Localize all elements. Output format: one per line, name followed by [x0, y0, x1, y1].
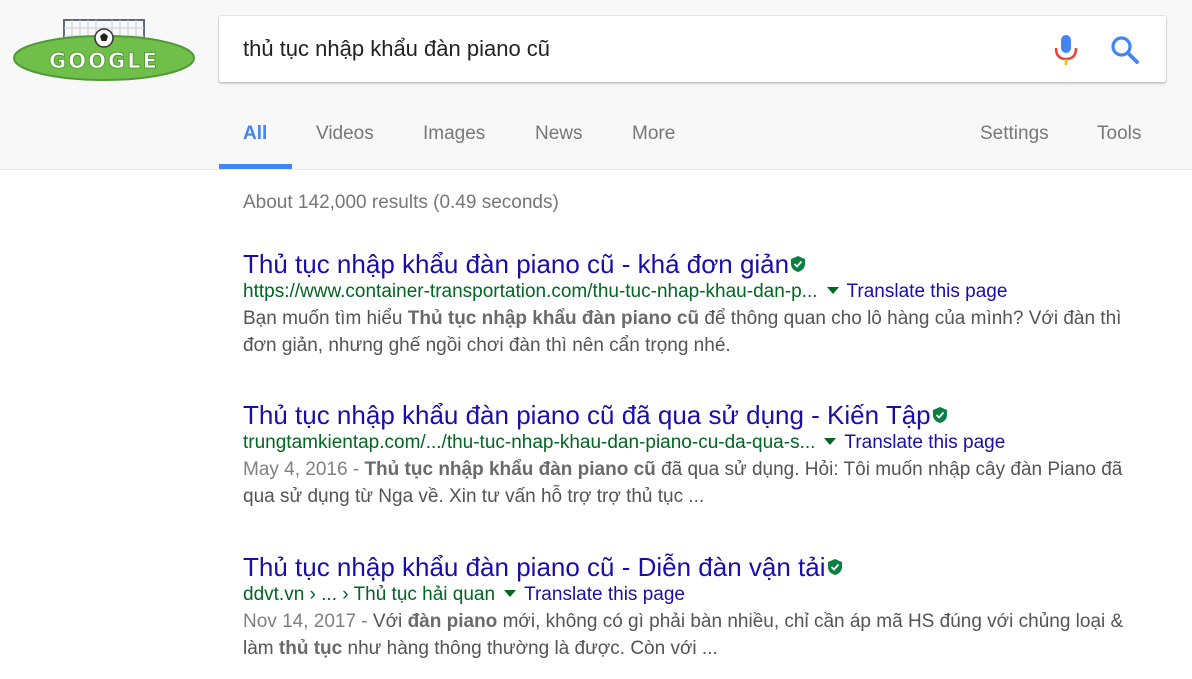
- mic-icon[interactable]: [1051, 33, 1081, 67]
- dropdown-caret-icon[interactable]: [504, 590, 517, 597]
- result-breadcrumb[interactable]: ddvt.vn › ... › Thủ tục hải quan: [243, 584, 495, 605]
- snippet-highlight: Thủ tục nhập khẩu đàn piano cũ: [364, 459, 656, 480]
- translate-link[interactable]: Translate this page: [847, 281, 1008, 302]
- snippet-text: Bạn muốn tìm hiểu: [243, 308, 408, 329]
- result-snippet: Nov 14, 2017 - Với đàn piano mới, không …: [243, 608, 1143, 662]
- snippet-highlight: đàn piano: [407, 611, 498, 632]
- verified-shield-icon: [791, 256, 806, 272]
- dropdown-caret-icon[interactable]: [826, 287, 839, 294]
- tab-news[interactable]: News: [535, 123, 583, 145]
- search-result: Thủ tục nhập khẩu đàn piano cũ đã qua sử…: [243, 400, 1143, 510]
- tab-all[interactable]: All: [243, 123, 267, 145]
- logo-text: GOOGLE: [49, 49, 159, 73]
- result-date: Nov 14, 2017 -: [243, 611, 373, 632]
- dropdown-caret-icon[interactable]: [824, 438, 837, 445]
- result-snippet: May 4, 2016 - Thủ tục nhập khẩu đàn pian…: [243, 456, 1143, 510]
- active-tab-indicator: [219, 164, 292, 169]
- search-icon[interactable]: [1109, 34, 1141, 66]
- snippet-highlight: Thủ tục nhập khẩu đàn piano cũ: [407, 308, 700, 329]
- search-box: [219, 16, 1166, 82]
- result-url[interactable]: trungtamkientap.com/.../thu-tuc-nhap-kha…: [243, 432, 815, 453]
- snippet-text: như hàng thông thường là được. Còn với .…: [342, 638, 718, 659]
- result-url[interactable]: https://www.container-transportation.com…: [243, 281, 818, 302]
- tab-more[interactable]: More: [632, 123, 675, 145]
- verified-shield-icon: [827, 559, 842, 575]
- tab-videos[interactable]: Videos: [316, 123, 374, 145]
- tools-link[interactable]: Tools: [1097, 123, 1141, 145]
- tab-images[interactable]: Images: [423, 123, 485, 145]
- header-bar: GOOGLE All Videos Images News More Setti…: [0, 0, 1192, 170]
- result-title-link[interactable]: Thủ tục nhập khẩu đàn piano cũ - khá đơn…: [243, 249, 806, 279]
- translate-link[interactable]: Translate this page: [844, 432, 1005, 453]
- result-date: May 4, 2016 -: [243, 459, 365, 480]
- search-result: Thủ tục nhập khẩu đàn piano cũ - khá đơn…: [243, 249, 1143, 359]
- search-result: Thủ tục nhập khẩu đàn piano cũ - Diễn đà…: [243, 552, 1143, 662]
- result-url-line: trungtamkientap.com/.../thu-tuc-nhap-kha…: [243, 431, 1143, 455]
- result-url-line: ddvt.vn › ... › Thủ tục hải quan Translat…: [243, 583, 1143, 607]
- result-url-line: https://www.container-transportation.com…: [243, 280, 1143, 304]
- verified-shield-icon: [932, 407, 947, 423]
- result-snippet: Bạn muốn tìm hiểu Thủ tục nhập khẩu đàn …: [243, 305, 1143, 359]
- translate-link[interactable]: Translate this page: [524, 584, 685, 605]
- google-doodle-logo[interactable]: GOOGLE: [12, 14, 196, 84]
- snippet-text: Với: [372, 611, 408, 632]
- result-title-link[interactable]: Thủ tục nhập khẩu đàn piano cũ đã qua sử…: [243, 400, 948, 430]
- result-stats: About 142,000 results (0.49 seconds): [243, 192, 559, 213]
- snippet-highlight: thủ tục: [278, 638, 343, 659]
- result-title-link[interactable]: Thủ tục nhập khẩu đàn piano cũ - Diễn đà…: [243, 552, 843, 582]
- settings-link[interactable]: Settings: [980, 123, 1049, 145]
- search-input[interactable]: [243, 30, 1023, 68]
